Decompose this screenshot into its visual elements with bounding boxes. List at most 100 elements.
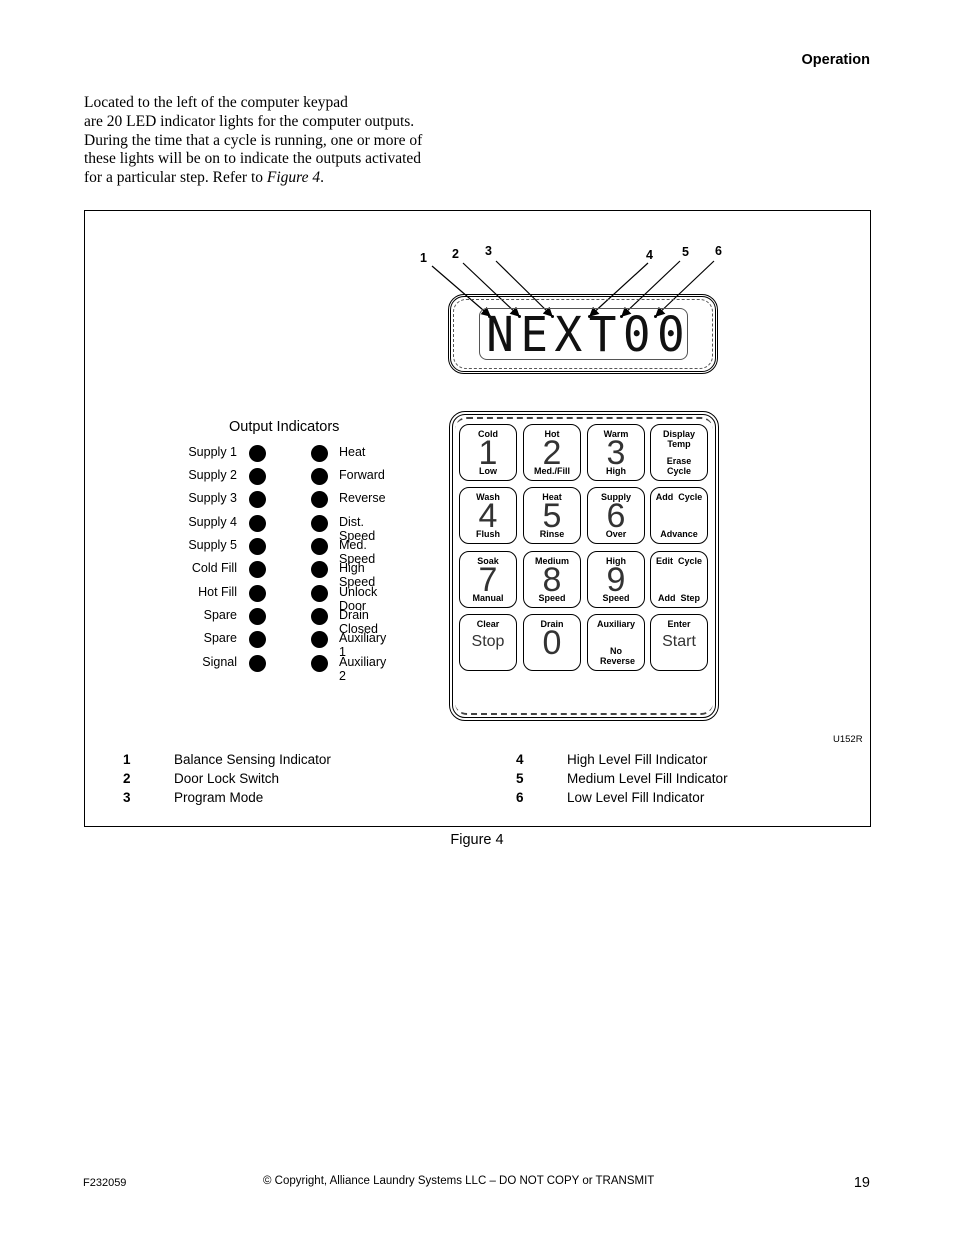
intro-line: these lights will be on to indicate the … xyxy=(84,150,422,168)
led-indicator-right xyxy=(311,608,328,625)
led-indicator-left xyxy=(249,445,266,462)
legend-number: 6 xyxy=(516,790,524,805)
footer-document-code: F232059 xyxy=(83,1177,127,1189)
keypad-key[interactable]: Cold 1 Low xyxy=(459,424,517,481)
indicator-label-left: Supply 1 xyxy=(188,445,237,459)
indicator-label-left: Supply 5 xyxy=(188,538,237,552)
lcd-character: T xyxy=(588,305,617,363)
keypad-key[interactable]: Medium 8 Speed xyxy=(523,551,581,608)
lcd-character: E xyxy=(520,305,549,363)
indicator-label-left: Supply 3 xyxy=(188,491,237,505)
key-bottom-label: Manual xyxy=(472,592,504,603)
keypad-key[interactable]: Soak 7 Manual xyxy=(459,551,517,608)
keypad-key[interactable]: Add Cycle Advance xyxy=(650,487,708,544)
led-indicator-left xyxy=(249,631,266,648)
key-main-word: Start xyxy=(662,633,696,650)
led-indicator-right xyxy=(311,538,328,555)
key-top-label: Auxiliary xyxy=(596,619,636,629)
led-indicator-right xyxy=(311,655,328,672)
intro-line: are 20 LED indicator lights for the comp… xyxy=(84,112,415,130)
callout-number: 4 xyxy=(646,248,653,262)
keypad-key[interactable]: Wash 4 Flush xyxy=(459,487,517,544)
led-indicator-right xyxy=(311,631,328,648)
led-indicator-left xyxy=(249,515,266,532)
legend-text: High Level Fill Indicator xyxy=(567,752,708,767)
intro-line: for a particular step. Refer to Figure 4… xyxy=(84,169,464,188)
led-indicator-left xyxy=(249,585,266,602)
legend-text: Door Lock Switch xyxy=(174,771,280,786)
led-indicator-left xyxy=(249,608,266,625)
key-bottom-label: Speed xyxy=(602,592,630,603)
indicator-label-left: Spare xyxy=(203,608,237,622)
keypad-key[interactable]: Supply 6 Over xyxy=(587,487,645,544)
keypad-key[interactable]: Auxiliary No Reverse xyxy=(587,614,645,671)
indicator-label-left: Cold Fill xyxy=(191,561,237,575)
keypad-key[interactable]: Hot 2 Med./Fill xyxy=(523,424,581,481)
indicator-label-left: Signal xyxy=(202,655,237,669)
indicator-label-left: Supply 2 xyxy=(188,468,237,482)
footer-copyright: © Copyright, Alliance Laundry Systems LL… xyxy=(263,1175,655,1187)
led-indicator-right xyxy=(311,445,328,462)
key-bottom-label: Speed xyxy=(538,592,566,603)
key-main-word: Stop xyxy=(471,633,505,650)
intro-line: Located to the left of the computer keyp… xyxy=(84,94,348,111)
intro-text: . xyxy=(320,169,325,187)
legend-text: Medium Level Fill Indicator xyxy=(567,771,728,786)
key-bottom-label: Med./Fill xyxy=(534,465,570,476)
keypad-key[interactable]: Edit Cycle Add Step xyxy=(650,551,708,608)
figure-code: U152R xyxy=(833,734,863,745)
key-bottom-label: Erase Cycle xyxy=(666,456,692,476)
key-bottom-label: High xyxy=(606,465,626,476)
lcd-character: X xyxy=(554,305,583,363)
figure-reference-link[interactable]: Figure 4 xyxy=(267,169,320,186)
key-bottom-label: Add Step xyxy=(658,592,700,603)
led-indicator-left xyxy=(249,538,266,555)
key-bottom-label: Low xyxy=(479,465,497,476)
led-indicator-left xyxy=(249,491,266,508)
key-bottom-label: Flush xyxy=(476,528,500,539)
key-bottom-label: Over xyxy=(605,528,627,539)
legend-text: Low Level Fill Indicator xyxy=(567,790,705,805)
led-indicator-left xyxy=(249,468,266,485)
legend-number: 4 xyxy=(516,752,524,767)
figure-caption: Figure 4 xyxy=(450,832,504,848)
keypad-key[interactable]: Heat 5 Rinse xyxy=(523,487,581,544)
key-top-label: Clear xyxy=(476,619,500,629)
callout-number: 6 xyxy=(715,244,722,258)
indicator-label-right: Auxiliary 2 xyxy=(339,655,387,683)
legend-number: 1 xyxy=(123,752,131,767)
led-indicator-left xyxy=(249,655,266,672)
keypad-key[interactable]: Warm 3 High xyxy=(587,424,645,481)
indicator-label-left: Spare xyxy=(203,631,237,645)
key-top-label: Add Cycle xyxy=(655,492,703,502)
intro-text: for a particular step. Refer to xyxy=(84,169,267,187)
led-indicator-right xyxy=(311,468,328,485)
led-indicator-right xyxy=(311,561,328,578)
keypad-key[interactable]: Drain 0 xyxy=(523,614,581,671)
keypad-key[interactable]: High 9 Speed xyxy=(587,551,645,608)
key-bottom-label: Rinse xyxy=(539,528,565,539)
keypad-key[interactable]: Display Temp Erase Cycle xyxy=(650,424,708,481)
callout-number: 5 xyxy=(682,245,689,259)
key-bottom-label: No Reverse xyxy=(600,646,636,666)
key-top-label: Edit Cycle xyxy=(655,556,702,566)
indicator-label-right: Forward xyxy=(339,468,385,482)
intro-paragraph: Located to the left of the computer keyp… xyxy=(84,94,464,188)
led-indicator-right xyxy=(311,515,328,532)
callout-number: 1 xyxy=(420,251,427,265)
indicator-label-left: Hot Fill xyxy=(198,585,237,599)
legend-number: 3 xyxy=(123,790,131,805)
keypad-key[interactable]: Clear Stop xyxy=(459,614,517,671)
key-bottom-label: Advance xyxy=(660,528,698,539)
lcd-character: 0 xyxy=(622,305,651,363)
lcd-readout: N E X T 0 0 xyxy=(483,305,688,363)
callout-number: 3 xyxy=(485,244,492,258)
legend-number: 2 xyxy=(123,771,131,786)
output-indicators-title: Output Indicators xyxy=(229,419,340,435)
indicator-label-right: Heat xyxy=(339,445,366,459)
keypad-key[interactable]: Enter Start xyxy=(650,614,708,671)
led-indicator-left xyxy=(249,561,266,578)
key-digit: 0 xyxy=(542,624,562,662)
lcd-character: 0 xyxy=(657,305,685,363)
intro-line: During the time that a cycle is running,… xyxy=(84,131,423,149)
